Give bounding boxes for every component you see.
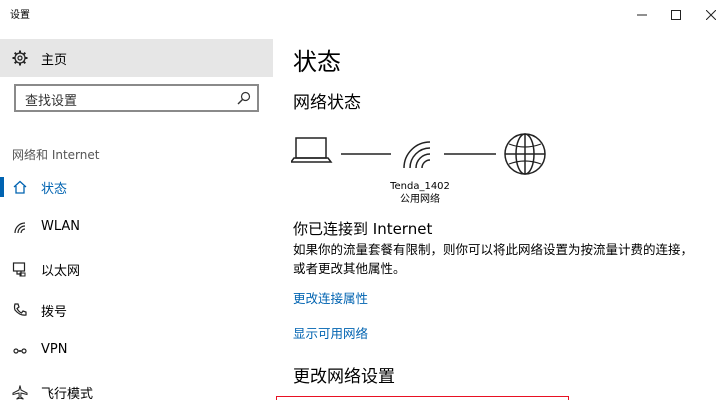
sidebar-item-ethernet[interactable]: 以太网 [0, 252, 273, 286]
main-content: 状态 网络状态 Tenda_1402 公用网络 你已连接到 Internet 如… [273, 30, 727, 400]
sidebar: 主页 查找设置 网络和 Internet 状态 WLAN 以太网 拨号 VPN … [0, 30, 273, 400]
home-icon [13, 180, 27, 194]
search-placeholder: 查找设置 [25, 94, 78, 109]
vpn-icon [13, 348, 27, 354]
sidebar-item-label: 拨号 [41, 305, 68, 320]
network-type: 公用网络 [400, 194, 440, 205]
ethernet-icon [12, 262, 26, 277]
page-title: 状态 [293, 48, 341, 76]
wifi-icon [403, 141, 431, 169]
connected-title: 你已连接到 Internet [293, 220, 433, 238]
gear-icon [12, 50, 28, 66]
sidebar-item-label: VPN [41, 342, 68, 357]
highlight-box [276, 396, 569, 400]
sidebar-item-label: 以太网 [41, 264, 81, 279]
change-connection-properties-link[interactable]: 更改连接属性 [293, 288, 368, 307]
phone-icon [13, 303, 27, 316]
sidebar-item-label: 状态 [41, 182, 68, 197]
airplane-icon [12, 385, 28, 400]
close-button[interactable] [688, 0, 727, 30]
wifi-icon [14, 222, 26, 234]
sidebar-item-vpn[interactable]: VPN [0, 334, 273, 368]
search-icon[interactable] [237, 91, 251, 105]
connected-description: 如果你的流量套餐有限制，则你可以将此网络设置为按流量计费的连接，或者更改其他属性… [293, 242, 694, 276]
laptop-icon [291, 137, 333, 163]
sidebar-item-dialup[interactable]: 拨号 [0, 293, 273, 327]
network-name-block: Tenda_1402 公用网络 [385, 180, 455, 206]
sidebar-item-label: WLAN [41, 219, 81, 234]
sidebar-item-status[interactable]: 状态 [0, 170, 273, 204]
show-available-networks-link[interactable]: 显示可用网络 [293, 323, 368, 342]
section-label: 网络和 Internet [12, 148, 100, 162]
sidebar-item-airplane[interactable]: 飞行模式 [0, 375, 273, 400]
globe-icon [504, 133, 546, 175]
change-network-settings-heading: 更改网络设置 [293, 367, 395, 387]
network-status-heading: 网络状态 [293, 93, 361, 113]
close-icon [706, 10, 716, 20]
sidebar-item-wlan[interactable]: WLAN [0, 211, 273, 245]
window-title: 设置 [10, 10, 30, 21]
sidebar-home-label: 主页 [41, 53, 68, 68]
network-name: Tenda_1402 [390, 181, 450, 192]
search-input[interactable]: 查找设置 [14, 84, 259, 112]
minimize-icon [637, 14, 647, 16]
maximize-icon [671, 10, 681, 20]
title-bar: 设置 [0, 0, 727, 30]
sidebar-item-label: 飞行模式 [41, 387, 94, 400]
sidebar-home[interactable]: 主页 [0, 39, 273, 77]
